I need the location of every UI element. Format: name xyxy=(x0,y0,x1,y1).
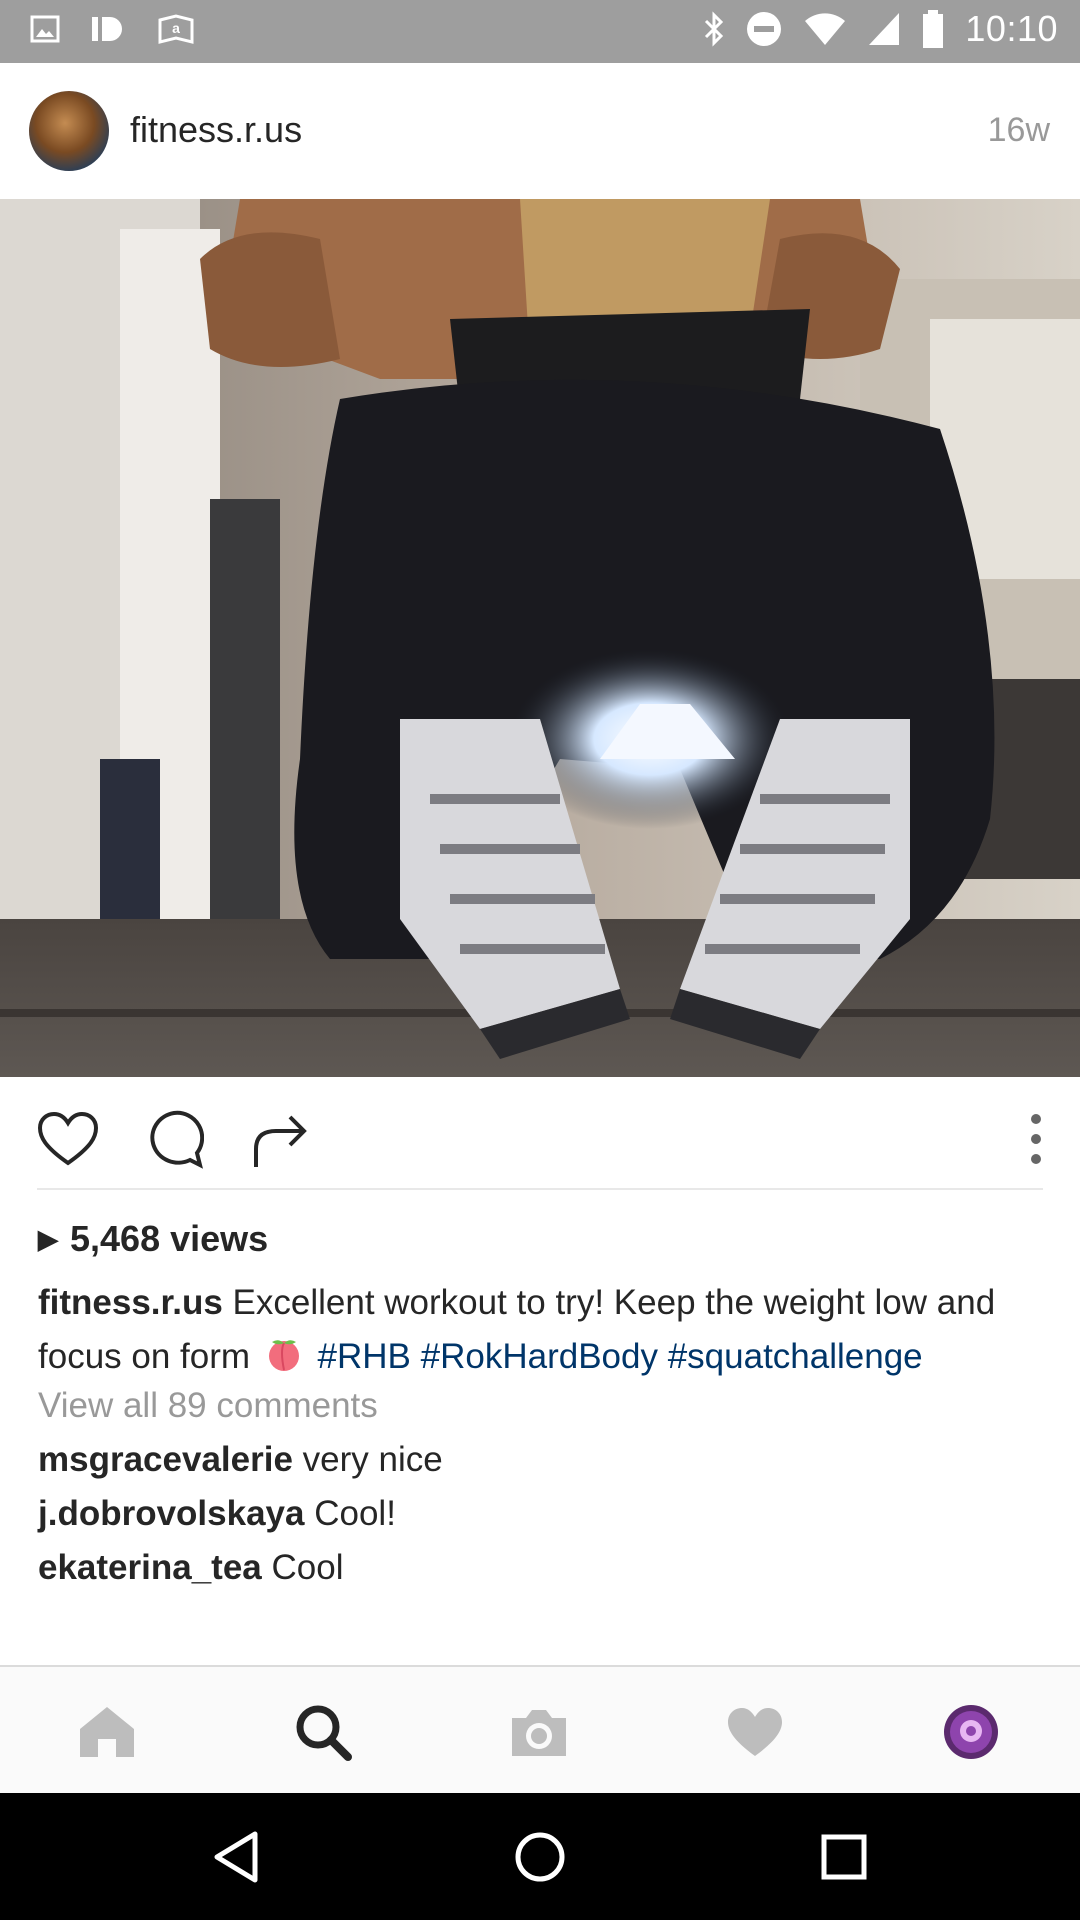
comment-item: msgracevalerie very nice xyxy=(38,1440,443,1480)
hashtag-rokhardbody[interactable]: #RokHardBody xyxy=(421,1337,658,1376)
view-all-comments-link[interactable]: View all 89 comments xyxy=(38,1386,378,1426)
comment-icon[interactable] xyxy=(142,1107,206,1171)
amazon-icon: a xyxy=(158,14,194,44)
post-header: fitness.r.us 16w xyxy=(0,63,1080,199)
activity-heart-icon[interactable] xyxy=(720,1697,790,1767)
heart-icon[interactable] xyxy=(36,1107,100,1171)
wifi-icon xyxy=(805,13,846,45)
post-username[interactable]: fitness.r.us xyxy=(130,109,302,151)
comment-text: Cool! xyxy=(314,1494,396,1533)
post-time: 16w xyxy=(987,111,1050,149)
hashtag-rhb[interactable]: #RHB xyxy=(318,1337,411,1376)
home-circle-icon[interactable] xyxy=(508,1825,572,1889)
id-icon xyxy=(92,17,122,41)
search-icon[interactable] xyxy=(288,1697,358,1767)
view-count: ▶ 5,468 views xyxy=(38,1218,268,1260)
bottom-nav xyxy=(0,1665,1080,1793)
bluetooth-icon xyxy=(705,11,724,47)
post-avatar[interactable] xyxy=(29,91,109,171)
actions-divider xyxy=(37,1188,1043,1190)
home-icon[interactable] xyxy=(72,1697,142,1767)
recents-icon[interactable] xyxy=(812,1825,876,1889)
image-icon xyxy=(30,15,60,43)
comment-item: j.dobrovolskaya Cool! xyxy=(38,1494,396,1534)
comment-text: very nice xyxy=(302,1440,443,1479)
post-video[interactable] xyxy=(0,199,1080,1077)
post-actions xyxy=(0,1077,1080,1189)
peach-emoji xyxy=(268,1340,299,1371)
back-icon[interactable] xyxy=(204,1825,268,1889)
svg-text:a: a xyxy=(172,20,180,36)
status-bar: a 10:10 xyxy=(0,0,1080,63)
comment-item: ekaterina_tea Cool xyxy=(38,1548,343,1588)
view-count-text: 5,468 views xyxy=(70,1218,269,1259)
play-icon: ▶ xyxy=(38,1223,58,1254)
camera-icon[interactable] xyxy=(504,1697,574,1767)
more-options-icon[interactable] xyxy=(1006,1107,1066,1171)
android-nav-bar xyxy=(0,1793,1080,1920)
hashtag-squatchallenge[interactable]: #squatchallenge xyxy=(668,1337,923,1376)
status-time: 10:10 xyxy=(965,8,1058,49)
share-icon[interactable] xyxy=(248,1107,312,1171)
comment-username[interactable]: j.dobrovolskaya xyxy=(38,1494,304,1533)
battery-icon xyxy=(923,10,944,48)
caption-username[interactable]: fitness.r.us xyxy=(38,1283,223,1322)
comment-username[interactable]: msgracevalerie xyxy=(38,1440,293,1479)
comment-username[interactable]: ekaterina_tea xyxy=(38,1548,262,1587)
signal-icon xyxy=(869,13,900,45)
profile-avatar[interactable] xyxy=(936,1697,1006,1767)
post-caption: fitness.r.us Excellent workout to try! K… xyxy=(38,1276,1048,1384)
comment-text: Cool xyxy=(271,1548,344,1587)
do-not-disturb-icon xyxy=(747,12,782,46)
